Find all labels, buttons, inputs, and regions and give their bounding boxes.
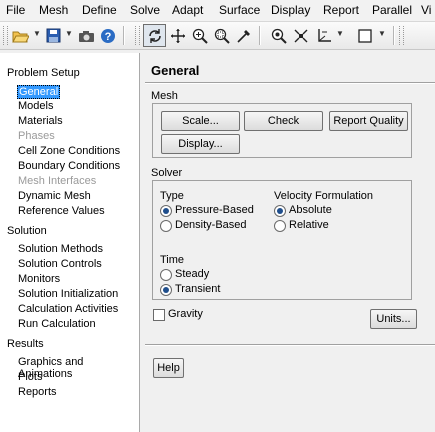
menu-adapt[interactable]: Adapt — [172, 3, 203, 17]
display-button[interactable]: Display... — [161, 134, 240, 154]
steady-label[interactable]: Steady — [175, 268, 209, 280]
tree-item-cell-zone-conditions[interactable]: Cell Zone Conditions — [18, 145, 120, 157]
toolbar-separator — [123, 26, 125, 45]
rotate-icon[interactable] — [143, 24, 166, 47]
menu-parallel[interactable]: Parallel — [372, 3, 412, 17]
density-based-radio[interactable] — [160, 220, 172, 232]
navigation-tree: Problem Setup General Models Materials P… — [0, 53, 140, 432]
menu-report[interactable]: Report — [323, 3, 359, 17]
density-based-label[interactable]: Density-Based — [175, 219, 247, 231]
menu-bar: File Mesh Define Solve Adapt Surface Dis… — [0, 0, 435, 22]
save-icon[interactable] — [43, 25, 64, 46]
tree-item-boundary-conditions[interactable]: Boundary Conditions — [18, 160, 120, 172]
toolbar: ▼ ▼ ? ▼ ▼ — [0, 22, 435, 50]
tree-item-reports[interactable]: Reports — [18, 386, 57, 398]
absolute-label[interactable]: Absolute — [289, 204, 332, 216]
layout-dropdown-icon[interactable]: ▼ — [378, 29, 386, 38]
time-label: Time — [160, 254, 185, 266]
tree-item-mesh-interfaces[interactable]: Mesh Interfaces — [18, 175, 96, 187]
tree-item-solution-initialization[interactable]: Solution Initialization — [18, 288, 118, 300]
open-dropdown-icon[interactable]: ▼ — [33, 29, 41, 38]
tree-header-results[interactable]: Results — [7, 338, 44, 350]
scale-button[interactable]: Scale... — [161, 111, 240, 131]
mesh-section-label: Mesh — [151, 90, 178, 102]
page-title: General — [151, 63, 200, 78]
menu-file[interactable]: File — [6, 3, 25, 17]
toolbar-grip[interactable] — [135, 26, 140, 45]
tree-header-problem-setup[interactable]: Problem Setup — [7, 67, 80, 79]
tree-item-run-calculation[interactable]: Run Calculation — [18, 318, 96, 330]
relative-label[interactable]: Relative — [289, 219, 329, 231]
units-button[interactable]: Units... — [370, 309, 417, 329]
menu-view[interactable]: Vi — [421, 3, 431, 17]
open-folder-icon[interactable] — [10, 25, 31, 46]
tree-item-solution-controls[interactable]: Solution Controls — [18, 258, 102, 270]
tree-header-solution[interactable]: Solution — [7, 225, 47, 237]
layout-icon[interactable] — [354, 25, 375, 46]
menu-mesh[interactable]: Mesh — [39, 3, 68, 17]
report-quality-button[interactable]: Report Quality — [329, 111, 408, 131]
absolute-radio[interactable] — [274, 205, 286, 217]
camera-icon[interactable] — [76, 25, 97, 46]
probe-icon[interactable] — [233, 25, 254, 46]
zoom-to-area-icon[interactable] — [290, 25, 311, 46]
gravity-checkbox[interactable] — [153, 309, 165, 321]
menu-solve[interactable]: Solve — [130, 3, 160, 17]
pressure-based-label[interactable]: Pressure-Based — [175, 204, 254, 216]
solver-section-label: Solver — [151, 167, 183, 179]
pressure-based-radio[interactable] — [160, 205, 172, 217]
check-button[interactable]: Check — [244, 111, 323, 131]
save-dropdown-icon[interactable]: ▼ — [65, 29, 73, 38]
help-button[interactable]: Help — [153, 358, 184, 378]
help-icon[interactable]: ? — [97, 25, 118, 46]
tree-item-phases[interactable]: Phases — [18, 130, 55, 142]
zoom-to-area-icon[interactable] — [211, 25, 232, 46]
type-label: Type — [160, 190, 184, 202]
general-task-panel: General Mesh Scale... Check Report Quali… — [145, 53, 435, 432]
menu-define[interactable]: Define — [82, 3, 117, 17]
tree-item-general[interactable]: General — [17, 85, 61, 99]
view-dropdown-icon[interactable]: ▼ — [336, 29, 344, 38]
tree-item-dynamic-mesh[interactable]: Dynamic Mesh — [18, 190, 91, 202]
tree-item-solution-methods[interactable]: Solution Methods — [18, 243, 103, 255]
tree-item-models[interactable]: Models — [18, 100, 53, 112]
mesh-group: Scale... Check Report Quality Display... — [152, 103, 412, 158]
relative-radio[interactable] — [274, 220, 286, 232]
tree-item-monitors[interactable]: Monitors — [18, 273, 60, 285]
transient-label[interactable]: Transient — [175, 283, 220, 295]
fit-to-window-icon[interactable] — [268, 25, 289, 46]
title-divider — [145, 82, 435, 84]
transient-radio[interactable] — [160, 284, 172, 296]
solver-group: Type Pressure-Based Density-Based Veloci… — [152, 180, 412, 300]
menu-surface[interactable]: Surface — [219, 3, 260, 17]
zoom-in-out-icon[interactable] — [189, 25, 210, 46]
help-divider — [145, 344, 435, 346]
gravity-label[interactable]: Gravity — [168, 308, 203, 320]
svg-text:?: ? — [104, 31, 111, 43]
toolbar-grip[interactable] — [3, 26, 8, 45]
menu-display[interactable]: Display — [271, 3, 310, 17]
axes-view-icon[interactable] — [313, 25, 334, 46]
tree-item-calculation-activities[interactable]: Calculation Activities — [18, 303, 118, 315]
toolbar-separator — [259, 26, 261, 45]
steady-radio[interactable] — [160, 269, 172, 281]
tree-item-reference-values[interactable]: Reference Values — [18, 205, 105, 217]
tree-item-plots[interactable]: Plots — [18, 371, 42, 383]
velocity-formulation-label: Velocity Formulation — [274, 190, 374, 202]
tree-item-materials[interactable]: Materials — [18, 115, 63, 127]
toolbar-separator — [393, 26, 395, 45]
toolbar-grip[interactable] — [399, 26, 404, 45]
pan-icon[interactable] — [167, 25, 188, 46]
